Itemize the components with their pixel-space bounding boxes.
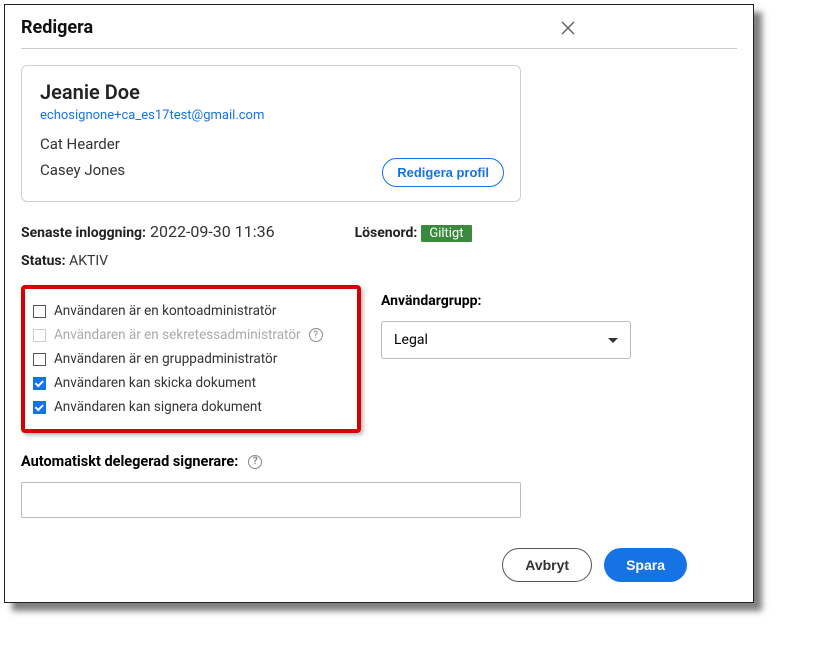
checkbox-checked-icon[interactable] <box>33 377 46 390</box>
profile-title: Cat Hearder <box>40 135 502 153</box>
close-icon <box>561 21 575 35</box>
delegate-label: Automatiskt delegerad signerare: <box>21 453 238 470</box>
perm-account-admin-row[interactable]: Användaren är en kontoadministratör <box>33 299 349 323</box>
dialog-footer: Avbryt Spara <box>21 548 737 582</box>
perm-account-admin-label: Användaren är en kontoadministratör <box>54 303 277 319</box>
user-group-label: Användargrupp: <box>381 293 737 309</box>
user-group-section: Användargrupp: Legal <box>381 285 737 359</box>
perm-group-admin-row[interactable]: Användaren är en gruppadministratör <box>33 347 349 371</box>
edit-user-dialog: Redigera Jeanie Doe echosignone+ca_es17t… <box>4 4 754 603</box>
checkbox-disabled-icon <box>33 329 46 342</box>
save-button[interactable]: Spara <box>604 548 687 582</box>
info-row-2: Status: AKTIV <box>21 253 737 269</box>
profile-card: Jeanie Doe echosignone+ca_es17test@gmail… <box>21 65 521 202</box>
cancel-button[interactable]: Avbryt <box>502 548 592 582</box>
password-label: Lösenord: <box>355 225 418 241</box>
dialog-title: Redigera <box>21 17 93 38</box>
edit-profile-button[interactable]: Redigera profil <box>382 158 504 187</box>
delegate-section: Automatiskt delegerad signerare: ? <box>21 453 737 518</box>
dialog-header: Redigera <box>21 17 737 49</box>
password-badge: Giltigt <box>421 225 471 242</box>
info-row-1: Senaste inloggning: 2022-09-30 11:36 Lös… <box>21 222 737 241</box>
help-icon[interactable]: ? <box>309 328 323 342</box>
perm-can-send-label: Användaren kan skicka dokument <box>54 375 256 391</box>
delegate-input[interactable] <box>21 482 521 518</box>
perm-can-sign-row[interactable]: Användaren kan signera dokument <box>33 395 349 419</box>
perm-can-sign-label: Användaren kan signera dokument <box>54 399 262 415</box>
help-icon[interactable]: ? <box>248 455 262 469</box>
perm-can-send-row[interactable]: Användaren kan skicka dokument <box>33 371 349 395</box>
status-label: Status: <box>21 253 66 269</box>
user-group-value: Legal <box>394 332 428 348</box>
status-value: AKTIV <box>69 253 108 269</box>
checkbox-checked-icon[interactable] <box>33 401 46 414</box>
permissions-highlight-box: Användaren är en kontoadministratör Anvä… <box>21 285 361 433</box>
user-group-select[interactable]: Legal <box>381 321 631 359</box>
delegate-label-row: Automatiskt delegerad signerare: ? <box>21 453 737 470</box>
profile-name: Jeanie Doe <box>40 80 502 104</box>
chevron-down-icon <box>608 338 618 343</box>
perm-group-admin-label: Användaren är en gruppadministratör <box>54 351 277 367</box>
perm-privacy-admin-label: Användaren är en sekretessadministratör <box>54 327 301 343</box>
mid-section: Användaren är en kontoadministratör Anvä… <box>21 285 737 433</box>
profile-email[interactable]: echosignone+ca_es17test@gmail.com <box>40 108 502 123</box>
last-login-value: 2022-09-30 11:36 <box>150 222 275 241</box>
checkbox-unchecked-icon[interactable] <box>33 353 46 366</box>
close-button[interactable] <box>559 19 577 37</box>
last-login-label: Senaste inloggning: <box>21 225 146 241</box>
perm-privacy-admin-row: Användaren är en sekretessadministratör … <box>33 323 349 347</box>
checkbox-unchecked-icon[interactable] <box>33 305 46 318</box>
